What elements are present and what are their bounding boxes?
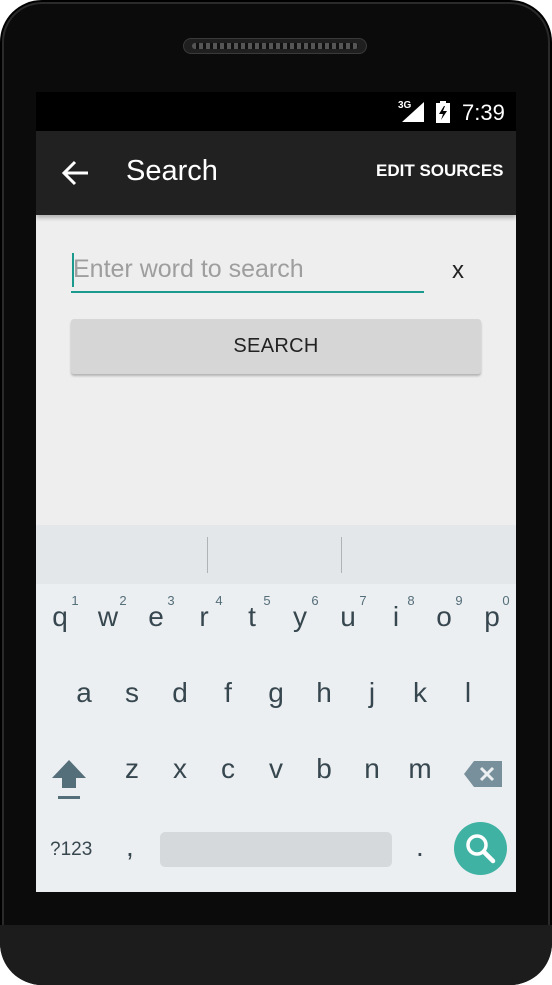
suggestion-divider xyxy=(207,537,208,573)
period-key[interactable]: . xyxy=(416,831,424,863)
earpiece-speaker xyxy=(183,38,367,54)
key-z[interactable]: z xyxy=(112,753,152,785)
page-title: Search xyxy=(126,155,218,187)
key-v[interactable]: v xyxy=(256,753,296,785)
search-input[interactable] xyxy=(71,247,424,293)
shift-key[interactable] xyxy=(48,758,90,802)
edit-sources-button[interactable]: EDIT SOURCES xyxy=(376,161,504,181)
back-button[interactable] xyxy=(54,151,102,195)
key-s[interactable]: s xyxy=(112,677,152,709)
key-l[interactable]: l xyxy=(448,677,488,709)
battery-charging-icon xyxy=(436,101,450,123)
space-key[interactable] xyxy=(160,832,392,867)
search-icon xyxy=(466,834,496,864)
backspace-icon xyxy=(464,761,502,787)
phone-chin xyxy=(0,925,552,985)
suggestion-strip xyxy=(36,525,516,584)
key-b[interactable]: b xyxy=(304,753,344,785)
backspace-key[interactable] xyxy=(464,761,502,787)
key-x[interactable]: x xyxy=(160,753,200,785)
arrow-back-icon xyxy=(61,160,88,186)
search-action-key[interactable] xyxy=(454,822,507,875)
key-y[interactable]: y xyxy=(280,601,320,633)
key-d[interactable]: d xyxy=(160,677,200,709)
key-m[interactable]: m xyxy=(400,753,440,785)
suggestion-divider xyxy=(341,537,342,573)
comma-key[interactable]: , xyxy=(126,831,134,863)
soft-keyboard: 1 2 3 4 5 6 7 8 9 0 q w e r t y u i o p … xyxy=(36,525,516,892)
key-g[interactable]: g xyxy=(256,677,296,709)
text-cursor xyxy=(72,253,74,287)
key-o[interactable]: o xyxy=(424,601,464,633)
key-c[interactable]: c xyxy=(208,753,248,785)
shift-icon xyxy=(52,760,86,799)
key-f[interactable]: f xyxy=(208,677,248,709)
phone-frame: 3G 7:39 Search EDIT SOURCES Enter word t… xyxy=(0,0,552,985)
key-j[interactable]: j xyxy=(352,677,392,709)
key-w[interactable]: w xyxy=(88,601,128,633)
key-i[interactable]: i xyxy=(376,601,416,633)
key-r[interactable]: r xyxy=(184,601,224,633)
key-k[interactable]: k xyxy=(400,677,440,709)
key-t[interactable]: t xyxy=(232,601,272,633)
clear-button[interactable]: x xyxy=(452,257,464,285)
symbols-key[interactable]: ?123 xyxy=(50,839,92,861)
key-q[interactable]: q xyxy=(40,601,80,633)
key-h[interactable]: h xyxy=(304,677,344,709)
key-e[interactable]: e xyxy=(136,601,176,633)
key-u[interactable]: u xyxy=(328,601,368,633)
app-toolbar: Search EDIT SOURCES xyxy=(36,131,516,215)
search-button[interactable]: SEARCH xyxy=(71,319,481,374)
clock: 7:39 xyxy=(462,100,505,125)
key-n[interactable]: n xyxy=(352,753,392,785)
key-a[interactable]: a xyxy=(64,677,104,709)
app-screen: 3G 7:39 Search EDIT SOURCES Enter word t… xyxy=(36,92,516,892)
signal-icon xyxy=(402,102,424,122)
status-bar: 3G 7:39 xyxy=(36,92,516,131)
key-p[interactable]: p xyxy=(472,601,512,633)
